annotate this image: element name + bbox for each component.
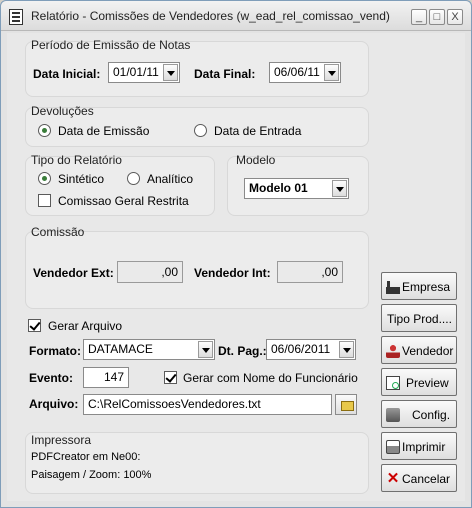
comissao-title: Comissão xyxy=(31,225,85,239)
window-title: Relatório - Comissões de Vendedores (w_e… xyxy=(31,9,390,23)
arquivo-path-field[interactable]: C:\RelComissoesVendedores.txt xyxy=(83,394,332,415)
folder-browse-icon[interactable] xyxy=(335,394,357,415)
config-button[interactable]: Config. xyxy=(381,400,457,428)
empresa-button[interactable]: Empresa xyxy=(381,272,457,300)
data-final-label: Data Final: xyxy=(194,67,256,81)
data-inicial-field[interactable]: 01/01/11 xyxy=(108,62,180,83)
tipo-prod-button[interactable]: Tipo Prod.... xyxy=(381,304,457,332)
client-area: Período de Emissão de Notas Data Inicial… xyxy=(7,33,465,501)
printer-icon xyxy=(386,440,400,454)
gerar-arquivo-checkbox[interactable] xyxy=(28,319,41,332)
preview-icon xyxy=(386,376,400,390)
vendedor-int-field[interactable]: ,00 xyxy=(277,261,343,283)
data-final-field[interactable]: 06/06/11 xyxy=(269,62,341,83)
modelo-dropdown-icon[interactable] xyxy=(332,180,347,197)
modelo-title: Modelo xyxy=(236,153,276,167)
radio-analitico[interactable] xyxy=(127,172,140,185)
evento-field[interactable]: 147 xyxy=(83,367,129,388)
vendedor-button[interactable]: Vendedor xyxy=(381,336,457,364)
impressora-line-1: PDFCreator em Ne00: xyxy=(31,451,141,463)
preview-button[interactable]: Preview xyxy=(381,368,457,396)
cancelar-button[interactable]: ✕ Cancelar xyxy=(381,464,457,492)
radio-sintetico[interactable] xyxy=(38,172,51,185)
radio-data-emissao[interactable] xyxy=(38,124,51,137)
vendedor-int-label: Vendedor Int: xyxy=(194,266,271,280)
maximize-button[interactable]: □ xyxy=(429,9,445,25)
periodo-title: Período de Emissão de Notas xyxy=(31,38,191,52)
vendedor-ext-field[interactable]: ,00 xyxy=(117,261,183,283)
tipo-relatorio-title: Tipo do Relatório xyxy=(31,153,122,167)
printer-config-icon xyxy=(386,408,400,422)
title-bar[interactable]: Relatório - Comissões de Vendedores (w_e… xyxy=(1,1,471,31)
evento-label: Evento: xyxy=(29,371,74,385)
impressora-title: Impressora xyxy=(31,433,92,447)
gerar-nome-label[interactable]: Gerar com Nome do Funcionário xyxy=(183,371,358,385)
data-inicial-label: Data Inicial: xyxy=(33,67,101,81)
report-window: Relatório - Comissões de Vendedores (w_e… xyxy=(0,0,472,508)
comissao-geral-label[interactable]: Comissao Geral Restrita xyxy=(58,194,189,208)
data-final-dropdown-icon[interactable] xyxy=(324,64,339,81)
formato-label: Formato: xyxy=(29,344,81,358)
devolucoes-title: Devoluções xyxy=(31,104,94,118)
dt-pag-field[interactable]: 06/06/2011 xyxy=(266,339,356,360)
formato-select[interactable]: DATAMACE xyxy=(83,339,215,360)
person-icon xyxy=(386,344,400,358)
gerar-arquivo-label[interactable]: Gerar Arquivo xyxy=(48,319,122,333)
radio-sintetico-label[interactable]: Sintético xyxy=(58,172,104,186)
close-button[interactable]: X xyxy=(447,9,463,25)
radio-data-emissao-label[interactable]: Data de Emissão xyxy=(58,124,149,138)
imprimir-button[interactable]: Imprimir xyxy=(381,432,457,460)
radio-data-entrada[interactable] xyxy=(194,124,207,137)
impressora-line-2: Paisagem / Zoom: 100% xyxy=(31,469,152,481)
dt-pag-dropdown-icon[interactable] xyxy=(339,341,354,358)
factory-icon xyxy=(386,280,400,294)
document-icon xyxy=(9,9,23,25)
vendedor-ext-label: Vendedor Ext: xyxy=(33,266,114,280)
radio-analitico-label[interactable]: Analítico xyxy=(147,172,193,186)
cancel-x-icon: ✕ xyxy=(386,470,400,487)
arquivo-label: Arquivo: xyxy=(29,397,79,411)
radio-data-entrada-label[interactable]: Data de Entrada xyxy=(214,124,301,138)
minimize-button[interactable]: _ xyxy=(411,9,427,25)
gerar-nome-checkbox[interactable] xyxy=(164,371,177,384)
modelo-select[interactable]: Modelo 01 xyxy=(244,178,349,199)
data-inicial-dropdown-icon[interactable] xyxy=(163,64,178,81)
dt-pag-label: Dt. Pag.: xyxy=(218,344,267,358)
formato-dropdown-icon[interactable] xyxy=(198,341,213,358)
comissao-geral-checkbox[interactable] xyxy=(38,194,51,207)
